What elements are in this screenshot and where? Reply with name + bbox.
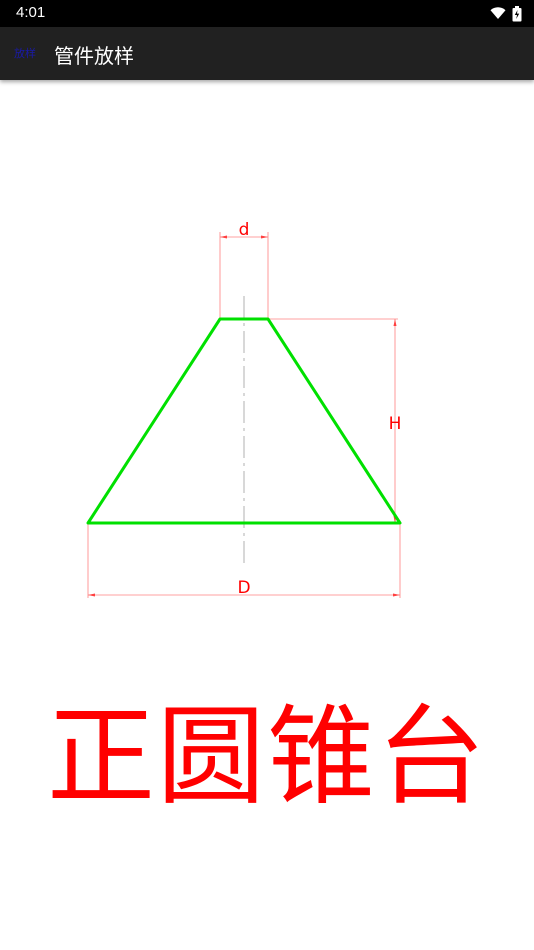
app-logo: 放样 [14,47,36,60]
status-icons [490,4,522,23]
status-time: 4:01 [16,4,46,21]
app-bar: 放样 管件放样 [0,27,534,80]
battery-icon [512,5,522,21]
status-bar: 4:01 [0,0,534,27]
app-title: 管件放样 [54,44,134,68]
shape-name: 正圆锥台 [46,695,487,820]
label-d: d [239,220,250,240]
label-big-d: D [237,578,250,598]
wifi-icon [490,7,506,19]
frustum-diagram: d H D [86,220,402,598]
label-h: H [389,414,402,434]
